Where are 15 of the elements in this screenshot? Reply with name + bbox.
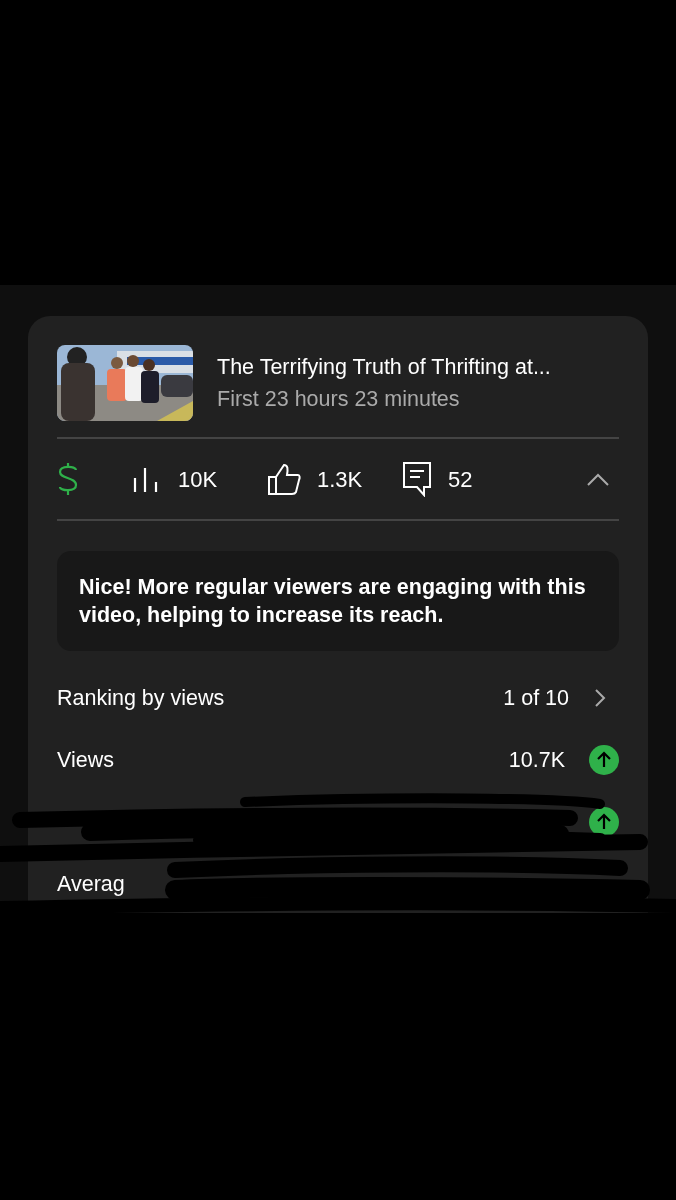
insight-message: Nice! More regular viewers are engaging with this video, helping to increase its reach. <box>57 551 619 651</box>
video-title[interactable]: The Terrifying Truth of Thrifting at... <box>217 350 551 383</box>
stat-value: 52 <box>448 465 473 494</box>
metric-label: Ranking by views <box>57 684 225 712</box>
stat-value: 1.3K <box>317 465 363 494</box>
metric-value: 10.7K <box>508 746 565 774</box>
dollar-icon[interactable] <box>57 461 79 497</box>
metric-label: Averag <box>57 870 125 898</box>
chevron-right-icon[interactable] <box>593 687 607 709</box>
thumbs-up-icon[interactable] <box>267 462 301 496</box>
metric-label: Views <box>57 746 114 774</box>
comment-icon[interactable] <box>402 461 432 497</box>
video-duration-label: First 23 hours 23 minutes <box>217 386 461 413</box>
stat-value: 10K <box>178 465 218 494</box>
metric-value: 1 of 10 <box>503 684 569 712</box>
